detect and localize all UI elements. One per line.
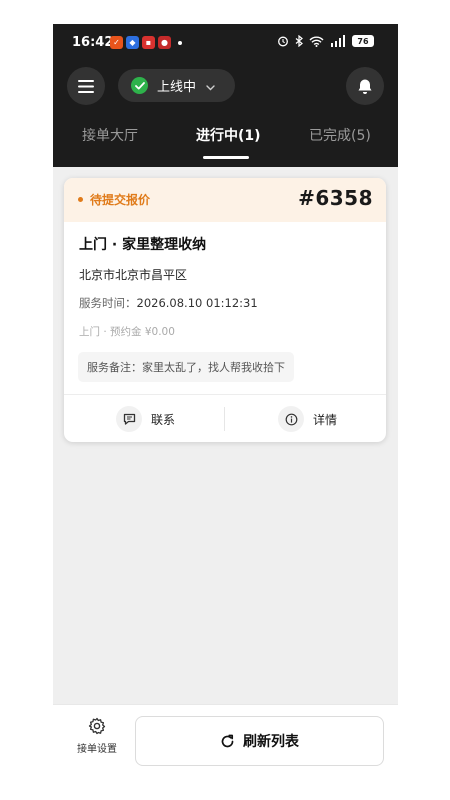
order-card[interactable]: 待提交报价 #6358 上门 · 家里整理收纳 北京市北京市昌平区 服务时间：2…: [64, 178, 386, 442]
bluetooth-icon: [295, 35, 303, 47]
order-title: 上门 · 家里整理收纳: [79, 237, 207, 253]
bottom-bar: 接单设置 刷新列表: [53, 704, 398, 800]
order-card-actions: 联系 详情: [64, 394, 386, 442]
status-time: 16:42: [72, 35, 114, 50]
menu-button[interactable]: [67, 67, 105, 105]
bell-icon: [358, 79, 372, 94]
order-address: 北京市北京市昌平区: [79, 268, 188, 282]
system-icons: 76: [277, 35, 374, 47]
order-settings-button[interactable]: 接单设置: [71, 717, 123, 755]
online-status-dropdown[interactable]: 上线中: [118, 69, 235, 102]
service-time-value: 2026.08.10 01:12:31: [136, 296, 258, 310]
refresh-list-label: 刷新列表: [243, 734, 299, 750]
more-notifications-dot: [178, 41, 182, 45]
actions-divider: [224, 407, 225, 431]
signal-icon: [331, 35, 345, 47]
contact-button[interactable]: 联系: [116, 395, 175, 442]
notification-app-icons: ✓ ◆ ▪ ●: [110, 36, 182, 49]
online-status-label: 上线中: [157, 80, 197, 95]
tab-completed[interactable]: 已完成(5): [309, 125, 371, 145]
alarm-icon: [278, 36, 288, 47]
order-meta: 上门 · 预约金 ¥0.00: [79, 326, 175, 338]
status-dot: [78, 197, 83, 202]
app-red2-icon: ●: [158, 36, 171, 49]
service-time: 服务时间：2026.08.10 01:12:31: [79, 295, 258, 311]
refresh-icon: [221, 734, 234, 747]
header-toolbar: 上线中: [53, 67, 398, 105]
notifications-button[interactable]: [346, 67, 384, 105]
details-button[interactable]: 详情: [278, 395, 337, 442]
message-icon: [116, 406, 142, 432]
app-header: 16:42 ✓ ◆ ▪ ● 76 上线中 接单大厅 进行中(1) 已完成(5): [53, 24, 398, 167]
hamburger-menu-icon: [78, 79, 94, 93]
order-status-label: 待提交报价: [90, 193, 151, 207]
app-orange-icon: ✓: [110, 36, 123, 49]
active-tab-indicator: [203, 156, 249, 159]
wifi-icon: [309, 36, 324, 47]
order-card-header: 待提交报价 #6358: [64, 178, 386, 222]
contact-label: 联系: [151, 412, 176, 427]
service-time-label: 服务时间：: [79, 296, 137, 310]
order-number: #6358: [298, 186, 373, 210]
gear-icon: [88, 717, 106, 735]
battery-indicator: 76: [352, 35, 374, 47]
details-label: 详情: [313, 412, 338, 427]
app-blue-icon: ◆: [126, 36, 139, 49]
tab-in-progress[interactable]: 进行中(1): [196, 125, 261, 145]
chevron-down-icon: [206, 76, 215, 95]
order-status: 待提交报价: [78, 191, 150, 208]
status-bar: 16:42 ✓ ◆ ▪ ● 76: [53, 24, 398, 62]
order-tabs: 接单大厅 进行中(1) 已完成(5): [53, 125, 398, 163]
order-settings-label: 接单设置: [77, 744, 117, 755]
phone-screen: 16:42 ✓ ◆ ▪ ● 76 上线中 接单大厅 进行中(1) 已完成(5) …: [53, 24, 398, 800]
info-icon: [278, 406, 304, 432]
tab-hall[interactable]: 接单大厅: [82, 125, 138, 145]
check-circle-icon: [131, 77, 148, 94]
app-red-icon: ▪: [142, 36, 155, 49]
refresh-list-button[interactable]: 刷新列表: [135, 716, 384, 766]
service-note: 服务备注：家里太乱了，找人帮我收拾下: [78, 352, 294, 382]
